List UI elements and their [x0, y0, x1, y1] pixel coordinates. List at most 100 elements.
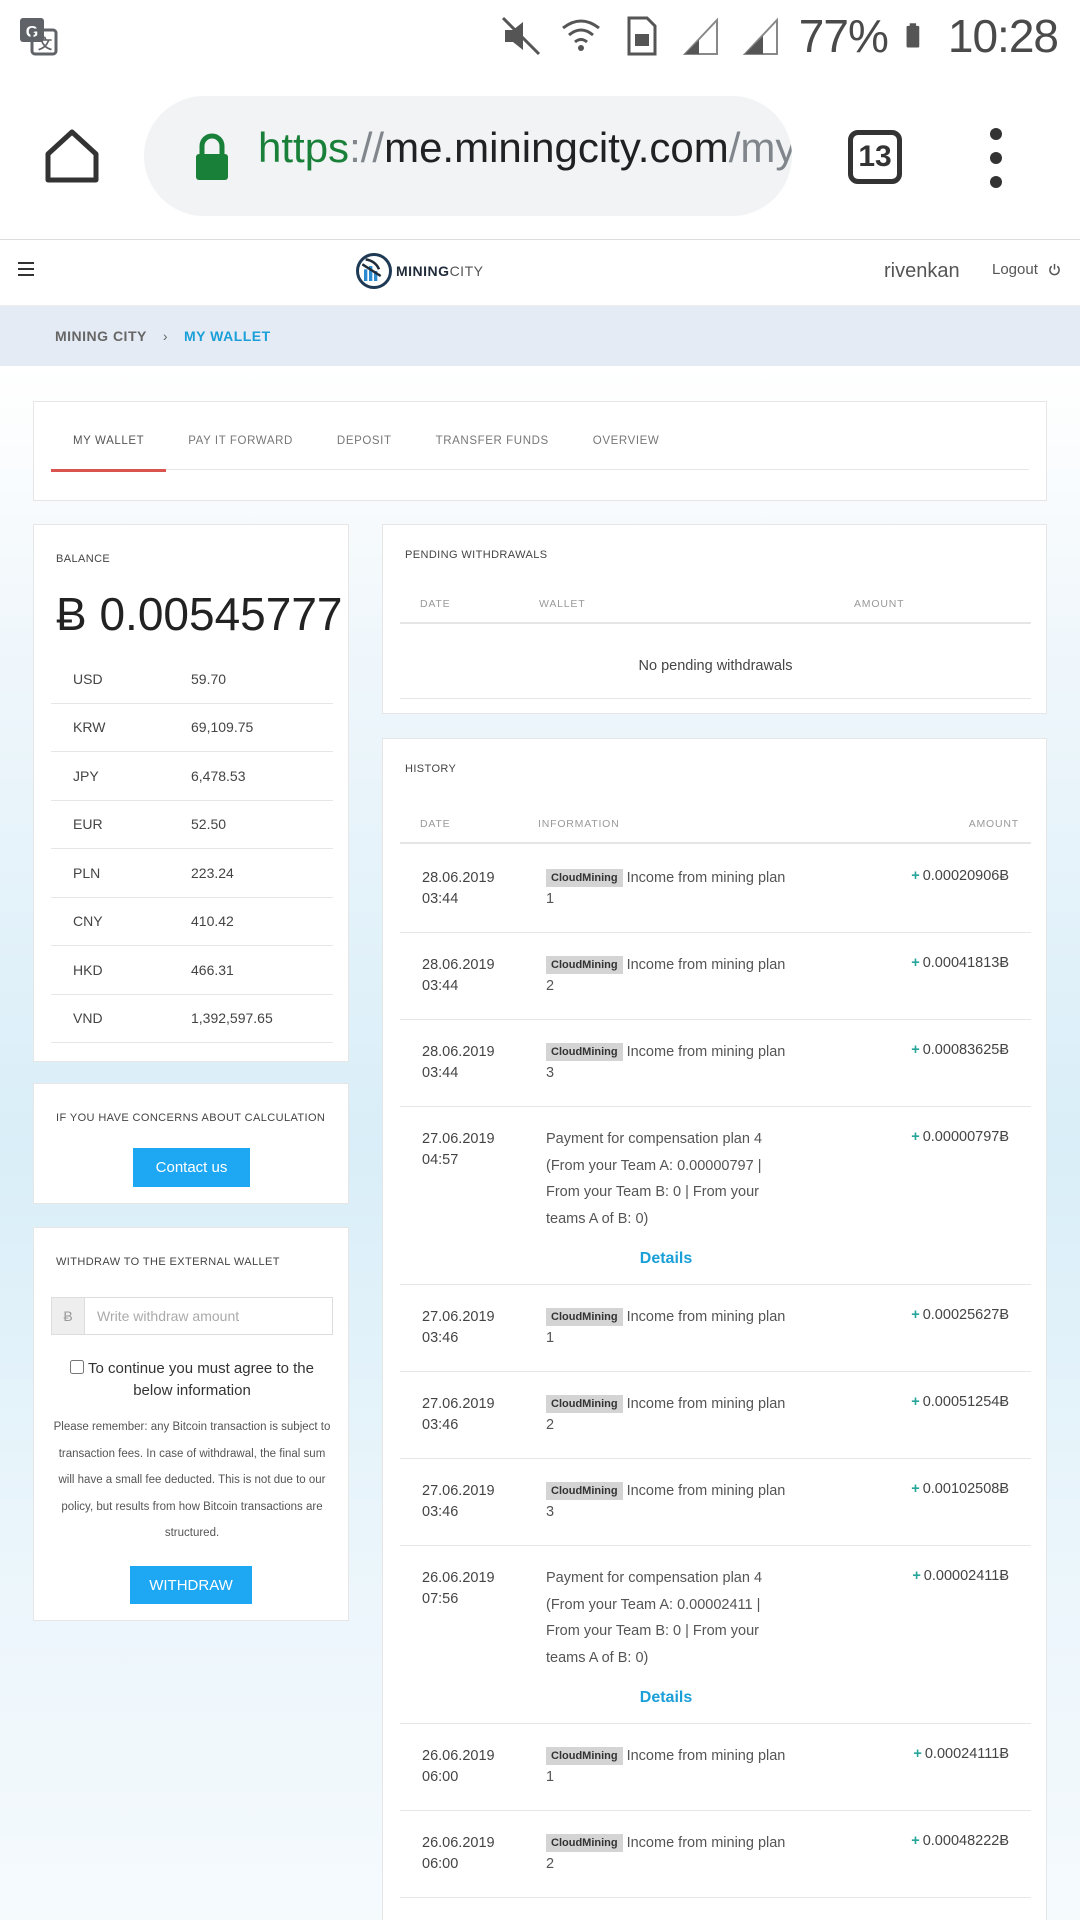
table-row: 28.06.2019 03:44 CloudMining Income from m… — [400, 846, 1031, 933]
rate-row: EUR 52.50 — [51, 801, 333, 849]
sim-icon — [627, 16, 657, 56]
cloudmining-tag: CloudMining — [546, 1747, 623, 1765]
wallet-tabs-card: MY WALLET PAY IT FORWARD DEPOSIT TRANSFE… — [33, 401, 1047, 501]
history-date: 28.06.2019 03:44 — [422, 1044, 495, 1081]
history-amount: +0.00041813Ƀ — [911, 955, 1009, 971]
tab-my-wallet[interactable]: MY WALLET — [51, 402, 167, 472]
history-date: 28.06.2019 03:44 — [422, 870, 495, 907]
battery-icon — [906, 23, 920, 48]
signal-icon-1 — [682, 17, 718, 55]
history-info: Payment for compensation plan 4 (From yo… — [546, 1570, 763, 1666]
history-date: 27.06.2019 03:46 — [422, 1309, 495, 1346]
history-info: CloudMining Income from mining plan 2 — [546, 1395, 786, 1433]
history-amount: +0.00051254Ƀ — [911, 1394, 1009, 1410]
history-info: CloudMining Income from mining plan 1 — [546, 869, 786, 907]
rate-currency: JPY — [73, 767, 99, 784]
column-date: DATE — [420, 598, 451, 610]
details-link[interactable]: Details — [546, 1689, 786, 1707]
rate-row: PLN 223.24 — [51, 849, 333, 898]
url-text: https://me.miningcity.com/my — [258, 124, 792, 171]
rate-value: 223.24 — [191, 864, 234, 881]
cloudmining-tag: CloudMining — [546, 1482, 623, 1500]
withdraw-amount-group: Ƀ — [51, 1297, 333, 1335]
history-amount: +0.00000797Ƀ — [911, 1129, 1009, 1145]
rate-currency: EUR — [73, 816, 103, 833]
svg-text:文: 文 — [38, 36, 53, 52]
logout-link[interactable]: Logout — [992, 261, 1061, 278]
table-row: 27.06.2019 04:57 Payment for compensation… — [400, 1107, 1031, 1285]
history-date: 27.06.2019 03:46 — [422, 1483, 495, 1520]
tab-switcher-button[interactable]: 13 — [848, 130, 902, 184]
cloudmining-tag: CloudMining — [546, 1043, 623, 1061]
tab-pay-it-forward[interactable]: PAY IT FORWARD — [166, 402, 315, 470]
clock: 10:28 — [947, 10, 1059, 62]
status-bar: G 文 77% 10:28 — [0, 0, 1080, 72]
breadcrumb-separator: › — [162, 328, 169, 344]
column-amount: AMOUNT — [854, 598, 905, 610]
rate-currency: USD — [73, 670, 103, 687]
history-info: CloudMining Income from mining plan 3 — [546, 1043, 786, 1081]
browser-toolbar: https://me.miningcity.com/my 13 — [0, 72, 1080, 240]
table-row: 26.06.2019 07:56 Payment for compensation… — [400, 1546, 1031, 1724]
history-amount: +0.00025627Ƀ — [911, 1307, 1009, 1323]
rate-row: KRW 69,109.75 — [51, 704, 333, 752]
logo-text: MININGCITY — [396, 263, 484, 279]
agree-checkbox[interactable] — [70, 1360, 84, 1374]
withdraw-notice: Please remember: any Bitcoin transaction… — [53, 1421, 331, 1539]
rate-row: JPY 6,478.53 — [51, 752, 333, 801]
history-info: Payment for compensation plan 4 (From yo… — [546, 1131, 763, 1227]
rate-currency: VND — [73, 1010, 103, 1027]
logo[interactable]: MININGCITY — [356, 253, 483, 289]
pending-title: PENDING WITHDRAWALS — [405, 549, 548, 561]
concerns-card: IF YOU HAVE CONCERNS ABOUT CALCULATION C… — [33, 1083, 349, 1204]
hamburger-menu-icon[interactable] — [18, 262, 34, 276]
lock-icon — [196, 133, 228, 180]
rate-currency: CNY — [73, 913, 103, 930]
column-amount: AMOUNT — [968, 818, 1019, 830]
cloudmining-tag: CloudMining — [546, 1834, 623, 1852]
withdraw-title: WITHDRAW TO THE EXTERNAL WALLET — [56, 1256, 280, 1268]
currency-rates: USD 59.70 KRW 69,109.75 JPY 6,478.53 EUR 52.… — [51, 655, 333, 1043]
history-date: 26.06.2019 07:56 — [422, 1570, 495, 1607]
address-bar[interactable]: https://me.miningcity.com/my — [144, 96, 792, 216]
cloudmining-tag: CloudMining — [546, 869, 623, 887]
table-row: 26.06.2019 06:00 CloudMining Income from m… — [400, 1724, 1031, 1811]
rate-row: CNY 410.42 — [51, 898, 333, 946]
battery-percent: 77% — [798, 10, 889, 62]
tab-overview[interactable]: OVERVIEW — [571, 402, 682, 470]
breadcrumb: MINING CITY › MY WALLET — [0, 306, 1080, 366]
history-info: CloudMining Income from mining plan 1 — [546, 1747, 786, 1785]
home-icon[interactable] — [40, 124, 104, 188]
signal-icon-2 — [742, 17, 778, 55]
rate-row: USD 59.70 — [51, 655, 333, 704]
rate-value: 6,478.53 — [191, 767, 246, 784]
breadcrumb-current: MY WALLET — [184, 328, 271, 344]
cloudmining-tag: CloudMining — [546, 956, 623, 974]
rate-value: 59.70 — [191, 670, 227, 687]
rate-row: HKD 466.31 — [51, 946, 333, 995]
rate-value: 1,392,597.65 — [191, 1010, 273, 1027]
history-card: HISTORY DATE INFORMATION AMOUNT 28.06.20… — [382, 738, 1047, 1920]
concerns-title: IF YOU HAVE CONCERNS ABOUT CALCULATION — [56, 1112, 326, 1124]
contact-us-button[interactable]: Contact us — [133, 1148, 250, 1187]
wallet-tabs: MY WALLET PAY IT FORWARD DEPOSIT TRANSFE… — [51, 402, 1029, 472]
cloudmining-tag: CloudMining — [546, 1308, 623, 1326]
details-link[interactable]: Details — [546, 1250, 786, 1268]
tab-transfer-funds[interactable]: TRANSFER FUNDS — [414, 402, 571, 470]
browser-menu-icon[interactable] — [984, 128, 1008, 188]
site-header: MININGCITY rivenkan Logout — [0, 240, 1080, 306]
history-info: CloudMining Income from mining plan 2 — [546, 1834, 786, 1872]
rate-value: 410.42 — [191, 913, 234, 930]
withdraw-button[interactable]: WITHDRAW — [130, 1566, 252, 1604]
withdraw-card: WITHDRAW TO THE EXTERNAL WALLET Ƀ To con… — [33, 1227, 349, 1621]
rate-value: 466.31 — [191, 961, 234, 978]
history-amount: +0.00002411Ƀ — [912, 1568, 1009, 1584]
withdraw-amount-input[interactable] — [85, 1298, 332, 1334]
column-wallet: WALLET — [539, 598, 586, 610]
table-row: 26.06.2019 06:00 CloudMining Income from m… — [400, 1811, 1031, 1898]
mute-icon — [501, 16, 540, 56]
breadcrumb-home[interactable]: MINING CITY — [55, 328, 147, 344]
history-table-header: DATE INFORMATION AMOUNT — [400, 802, 1031, 844]
tab-deposit[interactable]: DEPOSIT — [315, 402, 414, 470]
username[interactable]: rivenkan — [884, 260, 960, 283]
